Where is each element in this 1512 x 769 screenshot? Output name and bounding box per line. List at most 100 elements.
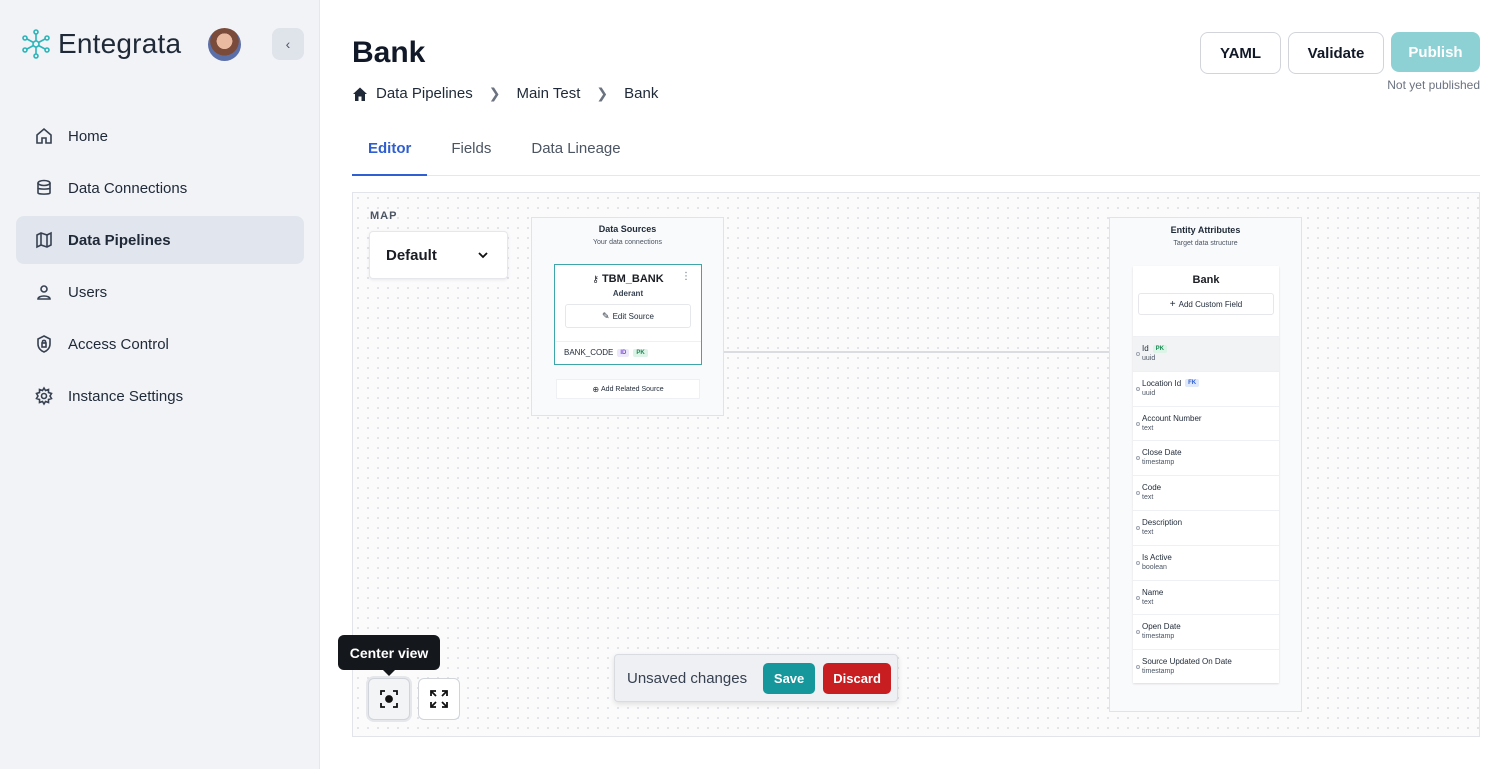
shield-lock-icon (37, 335, 51, 353)
attribute-row[interactable]: Open Date timestamp (1133, 614, 1279, 649)
tab-data-lineage[interactable]: Data Lineage (515, 130, 636, 176)
entity-card: Bank + Add Custom Field Id PK uuid Locati… (1133, 266, 1279, 683)
source-connection: Aderant (612, 289, 644, 298)
attribute-row[interactable]: Source Updated On Date timestamp (1133, 649, 1279, 684)
attribute-row[interactable]: Code text (1133, 475, 1279, 510)
attribute-name: Name (1142, 587, 1164, 597)
expand-icon (430, 690, 448, 708)
connector-handle[interactable] (1136, 421, 1140, 426)
edit-icon: ✎ (602, 310, 610, 321)
entity-name: Bank (1192, 274, 1220, 286)
connector-handle[interactable] (1136, 525, 1140, 530)
entity-attributes-panel: Entity Attributes Target data structure … (1109, 217, 1302, 712)
user-icon (37, 285, 51, 300)
breadcrumb-item[interactable]: Data Pipelines (376, 85, 473, 102)
attribute-row[interactable]: Name text (1133, 579, 1279, 615)
center-view-button[interactable] (368, 678, 410, 720)
publish-status: Not yet published (1387, 78, 1480, 92)
entity-attributes-subtitle: Target data structure (1173, 240, 1238, 247)
sidebar-item-label: Access Control (68, 335, 169, 353)
add-related-label: Add Related Source (601, 385, 664, 393)
user-avatar[interactable] (208, 28, 241, 61)
connector-handle[interactable] (1136, 456, 1140, 461)
connector-handle[interactable] (1136, 665, 1140, 670)
attribute-type: text (1142, 494, 1154, 502)
id-badge: ID (617, 348, 630, 357)
sidebar-item-data-pipelines[interactable]: Data Pipelines (16, 216, 304, 264)
tab-fields[interactable]: Fields (435, 130, 507, 176)
connector-handle[interactable] (1136, 630, 1140, 635)
attribute-row[interactable]: Close Date timestamp (1133, 440, 1279, 475)
pipeline-canvas[interactable]: MAP Default Data Sources Your data conne… (352, 192, 1480, 737)
sidebar-item-label: Users (68, 283, 108, 301)
source-title: ⚷ TBM_BANK (555, 273, 701, 285)
home-icon[interactable] (352, 86, 368, 102)
page-title: Bank (352, 36, 426, 69)
sidebar: Entegrata ‹ Home Data Connections Data P… (0, 0, 320, 769)
edit-source-button[interactable]: ✎ Edit Source (565, 304, 691, 328)
database-icon (37, 179, 51, 195)
pk-badge: PK (633, 348, 648, 357)
gear-icon (35, 386, 53, 406)
unsaved-changes-text: Unsaved changes (627, 669, 748, 687)
tab-bar: Editor Fields Data Lineage (352, 130, 1480, 176)
data-sources-panel: Data Sources Your data connections ⚷ TBM… (531, 217, 724, 416)
pk-badge: PK (1152, 344, 1168, 353)
chevron-left-icon: ‹ (285, 36, 291, 52)
sidebar-item-home[interactable]: Home (16, 112, 304, 160)
attribute-row[interactable]: Id PK uuid (1133, 336, 1279, 371)
connector-handle[interactable] (1136, 352, 1140, 356)
source-field[interactable]: BANK_CODE ID PK (555, 341, 701, 363)
more-options-icon[interactable]: ⋮ (681, 271, 691, 282)
chevron-right-icon: ❯ (488, 85, 501, 101)
attribute-name: Is Active (1142, 552, 1172, 562)
attribute-name: Code (1142, 483, 1162, 493)
publish-button[interactable]: Publish (1391, 32, 1480, 72)
sidebar-item-data-connections[interactable]: Data Connections (16, 164, 304, 212)
attribute-name: Description (1142, 517, 1183, 527)
yaml-button[interactable]: YAML (1200, 32, 1281, 74)
attribute-row[interactable]: Account Number text (1133, 405, 1279, 441)
validate-button[interactable]: Validate (1288, 32, 1384, 74)
attribute-type: text (1142, 598, 1154, 606)
sidebar-item-users[interactable]: Users (16, 268, 304, 316)
attribute-row[interactable]: Description text (1133, 509, 1279, 545)
breadcrumb: Data Pipelines ❯ Main Test ❯ Bank (352, 85, 658, 102)
plus-icon: + (1169, 298, 1176, 310)
source-field-name: BANK_CODE (564, 348, 614, 357)
sidebar-item-label: Home (68, 127, 109, 145)
attribute-name: Open Date (1142, 622, 1181, 632)
discard-button[interactable]: Discard (823, 662, 892, 694)
attribute-row[interactable]: Location Id FK uuid (1133, 370, 1279, 406)
home-icon (36, 127, 52, 144)
app-name: Entegrata (58, 28, 182, 59)
sidebar-item-instance-settings[interactable]: Instance Settings (16, 372, 304, 420)
connector-handle[interactable] (1136, 491, 1140, 496)
connector-handle[interactable] (1136, 595, 1140, 600)
add-related-source-button[interactable]: ⊕ Add Related Source (556, 379, 700, 399)
breadcrumb-item[interactable]: Main Test (516, 85, 580, 102)
attribute-name: Source Updated On Date (1142, 657, 1232, 667)
source-card[interactable]: ⚷ TBM_BANK ⋮ Aderant ✎ Edit Source BANK_… (554, 264, 702, 365)
edit-source-label: Edit Source (612, 311, 654, 321)
data-sources-subtitle: Your data connections (592, 239, 662, 246)
attribute-row[interactable]: Is Active boolean (1133, 544, 1279, 580)
entegrata-logo-icon (22, 29, 50, 59)
entity-attributes-title: Entity Attributes (1170, 225, 1241, 235)
attribute-name: Account Number (1142, 413, 1202, 423)
collapse-sidebar-button[interactable]: ‹ (272, 28, 304, 60)
add-custom-field-label: Add Custom Field (1178, 299, 1243, 309)
connector-handle[interactable] (1136, 386, 1140, 391)
tab-editor[interactable]: Editor (352, 130, 428, 176)
save-button[interactable]: Save (763, 662, 816, 694)
plus-circle-icon: ⊕ (592, 384, 600, 394)
attribute-type: text (1142, 528, 1154, 536)
source-name: TBM_BANK (601, 273, 664, 285)
attribute-list: Id PK uuid Location Id FK uuid Account Num… (1133, 336, 1279, 684)
connector-handle[interactable] (1136, 560, 1140, 565)
sidebar-item-access-control[interactable]: Access Control (16, 320, 304, 368)
attribute-type: text (1142, 424, 1154, 432)
fullscreen-button[interactable] (418, 678, 460, 720)
app-logo[interactable]: Entegrata (20, 28, 181, 60)
add-custom-field-button[interactable]: + Add Custom Field (1138, 293, 1274, 315)
